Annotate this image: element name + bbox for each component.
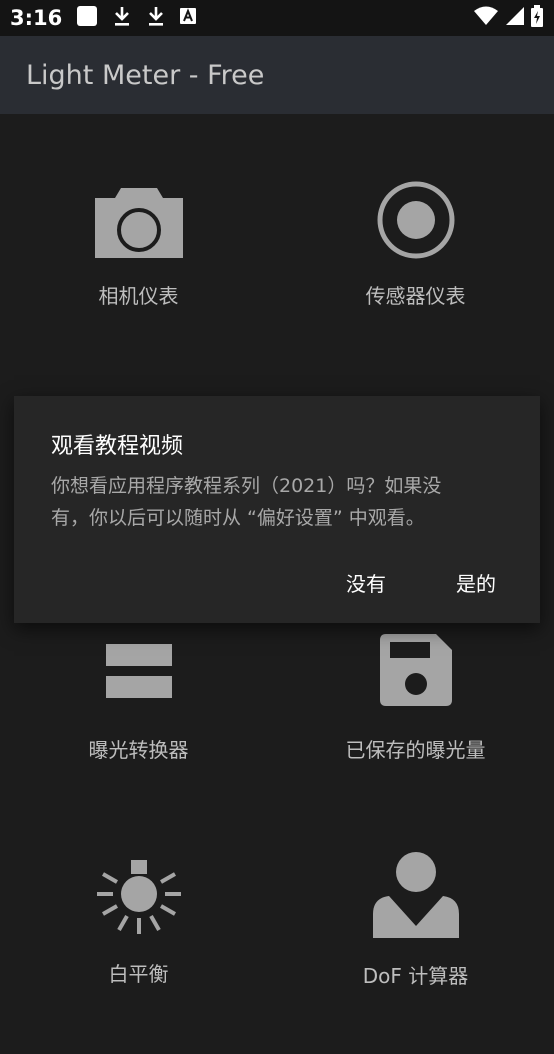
tile-dof-calculator[interactable]: DoF 计算器	[277, 852, 554, 1054]
tile-label: 相机仪表	[98, 284, 179, 308]
white-balance-icon	[0, 860, 277, 934]
equals-icon	[0, 642, 277, 702]
download-icon	[112, 5, 132, 31]
tutorial-dialog: 观看教程视频 你想看应用程序教程系列（2021）吗？如果没 有，你以后可以随时从…	[14, 396, 540, 623]
tile-saved-exposures[interactable]: 已保存的曝光量	[277, 624, 554, 824]
dialog-yes-button[interactable]: 是的	[456, 568, 496, 597]
status-time: 3:16	[10, 6, 63, 30]
download-icon	[146, 5, 166, 31]
dialog-message-line: 你想看应用程序教程系列（2021）吗？如果没	[51, 475, 442, 497]
camera-icon	[0, 184, 277, 260]
tile-white-balance[interactable]: 白平衡	[0, 854, 277, 1054]
sensor-icon	[277, 180, 554, 260]
battery-charging-icon	[530, 5, 544, 31]
dialog-message-line: 有，你以后可以随时从 “偏好设置” 中观看。	[51, 507, 425, 529]
signal-icon	[504, 6, 524, 30]
font-a-icon	[180, 8, 197, 28]
save-icon	[277, 634, 554, 706]
app-bar: Light Meter - Free	[0, 36, 554, 114]
wifi-icon	[474, 6, 498, 30]
dialog-message: 你想看应用程序教程系列（2021）吗？如果没 有，你以后可以随时从 “偏好设置”…	[51, 470, 511, 534]
app-title: Light Meter - Free	[26, 59, 265, 91]
tile-label: DoF 计算器	[362, 964, 469, 988]
status-bar: 3:16	[0, 0, 554, 36]
status-right	[474, 5, 544, 31]
tile-label: 白平衡	[108, 962, 169, 986]
tile-camera-meter[interactable]: 相机仪表	[0, 174, 277, 374]
tile-sensor-meter[interactable]: 传感器仪表	[277, 174, 554, 374]
tile-label: 已保存的曝光量	[345, 738, 486, 762]
dialog-no-button[interactable]: 没有	[346, 568, 386, 597]
tile-label: 传感器仪表	[365, 284, 466, 308]
tile-exposure-converter[interactable]: 曝光转换器	[0, 624, 277, 824]
notification-square-icon	[76, 5, 98, 31]
dialog-title: 观看教程视频	[51, 434, 184, 459]
tile-label: 曝光转换器	[88, 738, 189, 762]
person-icon	[277, 852, 554, 938]
